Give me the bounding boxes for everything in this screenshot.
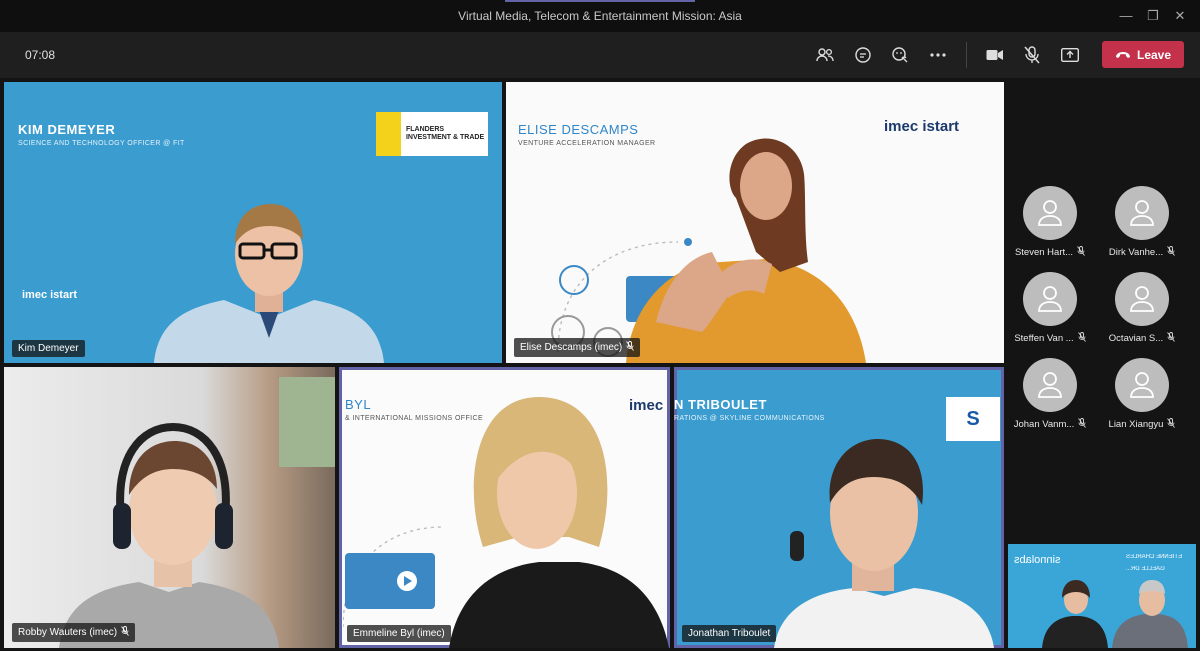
video-tile-robby-wauters[interactable]: Robby Wauters (imec) xyxy=(4,367,335,648)
attendee-octavian-s[interactable]: Octavian S... xyxy=(1102,272,1182,345)
participant-name-tag: Jonathan Triboulet xyxy=(682,625,777,642)
participants-icon[interactable] xyxy=(812,42,838,68)
avatar xyxy=(1023,358,1077,412)
attendee-name: Octavian S... xyxy=(1108,333,1164,344)
attendee-name: Steven Hart... xyxy=(1014,247,1074,258)
imec-logo: imec istart xyxy=(884,118,960,135)
video-tile-emmeline-byl[interactable]: BYL & INTERNATIONAL MISSIONS OFFICE imec… xyxy=(339,367,670,648)
self-view-caption-2: GAELLE DR... xyxy=(1126,566,1165,572)
participant-name: Kim Demeyer xyxy=(18,343,79,354)
title-accent xyxy=(505,0,695,2)
lion-icon xyxy=(376,112,401,156)
leave-button[interactable]: Leave xyxy=(1102,41,1184,68)
minimize-icon[interactable]: — xyxy=(1116,6,1136,26)
mic-off-icon xyxy=(1078,418,1087,431)
window-title: Virtual Media, Telecom & Entertainment M… xyxy=(458,9,742,23)
person-icon xyxy=(1130,200,1154,226)
attendee-name: Johan Vanm... xyxy=(1013,419,1075,430)
slide-speaker-name: ELISE DESCAMPS xyxy=(518,122,639,137)
flanders-logo-text: FLANDERS INVESTMENT & TRADE xyxy=(405,125,485,141)
attendee-name: Dirk Vanhe... xyxy=(1108,247,1164,258)
person-icon xyxy=(1038,372,1062,398)
participant-video xyxy=(626,132,886,363)
participant-name: Robby Wauters (imec) xyxy=(18,627,118,638)
mic-off-icon xyxy=(1167,246,1175,259)
self-view-caption-1: ETIENNE CHARLES xyxy=(1126,554,1183,560)
mic-off-icon xyxy=(121,626,129,639)
self-view-brand: sinnolabs xyxy=(1014,554,1061,566)
close-icon[interactable]: ✕ xyxy=(1170,6,1190,26)
reactions-icon[interactable] xyxy=(887,42,913,68)
person-icon xyxy=(1038,200,1062,226)
slide-brand: imec istart xyxy=(22,289,78,301)
participant-video xyxy=(409,377,669,648)
participant-name: Jonathan Triboulet xyxy=(688,628,771,639)
avatar xyxy=(1115,358,1169,412)
attendee-dirk-vanhe[interactable]: Dirk Vanhe... xyxy=(1102,186,1182,259)
avatar xyxy=(1115,272,1169,326)
slide-speaker-role: SCIENCE AND TECHNOLOGY OFFICER @ FIT xyxy=(18,140,185,147)
slide-speaker-name: KIM DEMEYER xyxy=(18,122,116,137)
more-options-icon[interactable] xyxy=(925,42,951,68)
maximize-icon[interactable]: ❐ xyxy=(1143,6,1163,26)
avatar xyxy=(1023,186,1077,240)
attendee-name: Steffen Van ... xyxy=(1014,333,1074,344)
video-stage: KIM DEMEYER SCIENCE AND TECHNOLOGY OFFIC… xyxy=(0,78,1200,651)
person-icon xyxy=(1130,372,1154,398)
participant-name: Elise Descamps (imec) xyxy=(520,342,623,353)
slide-speaker-name: BYL xyxy=(345,397,372,412)
slide-speaker-role: RATIONS @ SKYLINE COMMUNICATIONS xyxy=(674,415,825,422)
slide-speaker-name: N TRIBOULET xyxy=(674,397,767,412)
attendee-steffen-van[interactable]: Steffen Van ... xyxy=(1010,272,1090,345)
video-tile-jonathan-triboulet[interactable]: N TRIBOULET RATIONS @ SKYLINE COMMUNICAT… xyxy=(674,367,1004,648)
participant-video xyxy=(59,407,289,648)
participant-name-tag: Kim Demeyer xyxy=(12,340,85,357)
chat-icon[interactable] xyxy=(850,42,876,68)
attendee-name: Lian Xiangyu xyxy=(1108,419,1164,430)
title-bar: Virtual Media, Telecom & Entertainment M… xyxy=(0,0,1200,32)
participant-video xyxy=(1038,574,1188,648)
hang-up-icon xyxy=(1115,48,1131,62)
participant-name: Emmeline Byl (imec) xyxy=(353,628,445,639)
toolbar-divider xyxy=(966,42,967,68)
participant-name-tag: Emmeline Byl (imec) xyxy=(347,625,451,642)
mic-off-icon xyxy=(1167,418,1176,431)
mic-muted-icon[interactable] xyxy=(1019,42,1045,68)
participant-video xyxy=(764,427,1004,648)
share-screen-icon[interactable] xyxy=(1057,42,1083,68)
person-icon xyxy=(1130,286,1154,312)
video-tile-elise-descamps[interactable]: ELISE DESCAMPS VENTURE ACCELERATION MANA… xyxy=(506,82,1004,363)
attendee-lian-xiangyu[interactable]: Lian Xiangyu xyxy=(1102,358,1182,431)
flanders-logo: FLANDERS INVESTMENT & TRADE xyxy=(376,112,488,156)
attendee-steven-hart[interactable]: Steven Hart... xyxy=(1010,186,1090,259)
self-view-video[interactable]: sinnolabs ETIENNE CHARLES GAELLE DR... xyxy=(1008,544,1196,648)
avatar xyxy=(1023,272,1077,326)
mic-off-icon xyxy=(1077,332,1086,345)
camera-icon[interactable] xyxy=(982,42,1008,68)
participant-name-tag: Elise Descamps (imec) xyxy=(514,338,641,357)
video-tile-kim-demeyer[interactable]: KIM DEMEYER SCIENCE AND TECHNOLOGY OFFIC… xyxy=(4,82,502,363)
participant-video xyxy=(154,182,404,363)
participant-name-tag: Robby Wauters (imec) xyxy=(12,623,136,642)
meeting-timer: 07:08 xyxy=(25,48,56,62)
avatar xyxy=(1115,186,1169,240)
mic-off-icon xyxy=(1077,246,1085,259)
attendee-johan-vanm[interactable]: Johan Vanm... xyxy=(1010,358,1090,431)
meeting-toolbar: 07:08 Leave xyxy=(0,32,1200,78)
mic-off-icon xyxy=(626,341,635,354)
person-icon xyxy=(1038,286,1062,312)
leave-label: Leave xyxy=(1136,47,1172,62)
mic-off-icon xyxy=(1167,332,1176,345)
